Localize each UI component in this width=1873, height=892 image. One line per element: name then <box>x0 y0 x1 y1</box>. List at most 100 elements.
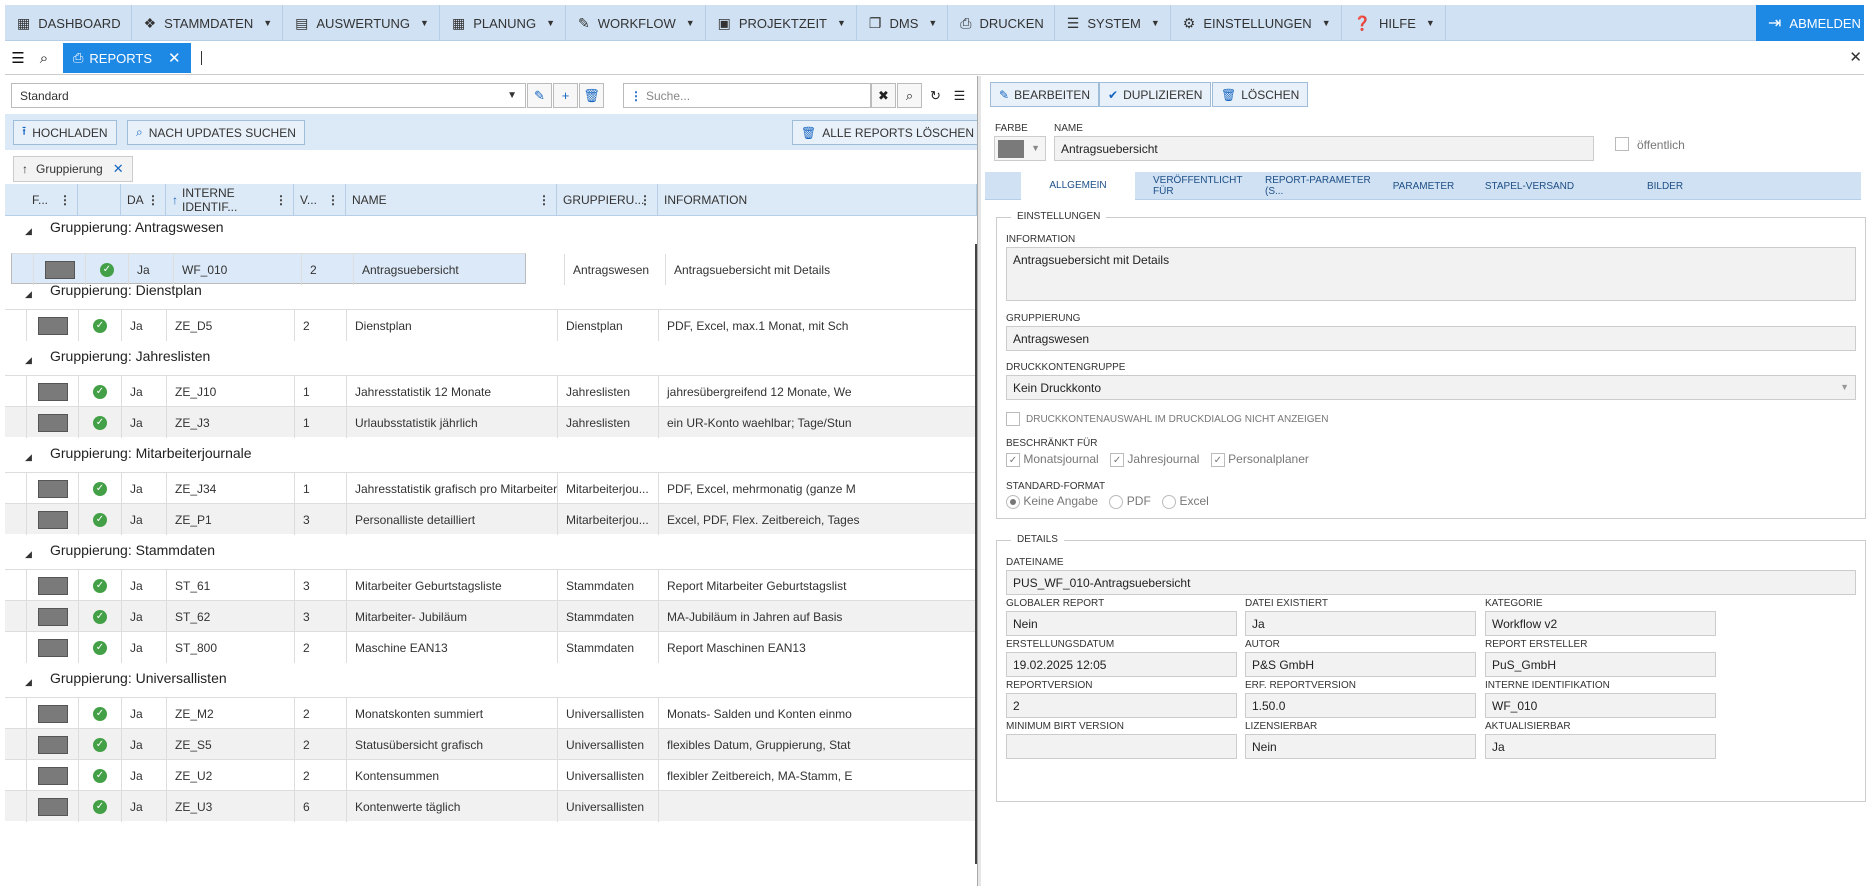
delete-view-button[interactable]: 🗑 <box>579 83 604 108</box>
jahresjournal-checkbox[interactable]: ✓ <box>1110 452 1125 467</box>
table-row[interactable]: ✓ Ja ZE_D5 2 Dienstplan Dienstplan PDF, Excel,… <box>5 309 977 341</box>
duplicate-button[interactable]: ✔ DUPLIZIEREN <box>1099 82 1212 107</box>
collapse-icon[interactable]: ◢ <box>25 452 32 463</box>
detail-field[interactable]: Workflow v2 <box>1485 611 1716 636</box>
group-header[interactable]: ◢ Gruppierung: Universallisten <box>5 667 977 697</box>
grouping-chip[interactable]: ↑ Gruppierung ✕ <box>13 156 133 182</box>
nav-item-stammdaten[interactable]: ❖ STAMMDATEN ▼ <box>132 5 284 41</box>
hide-print-account-checkbox[interactable] <box>1006 412 1020 426</box>
group-header[interactable]: ◢ Gruppierung: Jahreslisten <box>5 345 977 375</box>
edit-button[interactable]: ✎ BEARBEITEN <box>990 82 1100 107</box>
nav-item-dashboard[interactable]: ▦ DASHBOARD <box>5 5 132 41</box>
column-header[interactable]: F... ⋮ <box>26 184 78 216</box>
detail-field[interactable]: Nein <box>1006 611 1237 636</box>
table-row[interactable]: ✓ Ja ST_62 3 Mitarbeiter- Jubiläum Stammdaten… <box>5 600 977 632</box>
collapse-icon[interactable]: ◢ <box>25 355 32 366</box>
tab-reports[interactable]: ⎙ REPORTS ✕ <box>63 43 191 73</box>
table-row[interactable]: ✓ Ja ZE_J34 1 Jahresstatistik grafisch pro M… <box>5 472 977 504</box>
name-field[interactable]: Antragsuebersicht <box>1054 136 1594 161</box>
nav-item-projektzeit[interactable]: ▣ PROJEKTZEIT ▼ <box>706 5 857 41</box>
nav-item-planung[interactable]: ▦ PLANUNG ▼ <box>440 5 566 41</box>
logout-button[interactable]: ⇥ ABMELDEN <box>1756 5 1864 41</box>
nav-item-workflow[interactable]: ✎ WORKFLOW ▼ <box>566 5 706 41</box>
add-view-button[interactable]: + <box>553 83 578 108</box>
close-icon[interactable]: ✕ <box>1849 48 1862 66</box>
collapse-icon[interactable]: ◢ <box>25 289 32 300</box>
group-header[interactable]: ◢ Gruppierung: Mitarbeiterjournale <box>5 442 977 472</box>
group-header[interactable]: ◢ Gruppierung: Stammdaten <box>5 539 977 569</box>
detail-field[interactable]: 1.50.0 <box>1245 693 1476 718</box>
tab-3[interactable]: PARAMETER <box>1388 172 1459 200</box>
delete-all-reports-button[interactable]: 🗑 ALLE REPORTS LÖSCHEN <box>792 120 977 145</box>
column-header[interactable]: GRUPPIERU... ⋮ <box>557 184 658 216</box>
print-account-group-select[interactable]: Kein Druckkonto ▼ <box>1006 375 1856 400</box>
close-tab-icon[interactable]: ✕ <box>168 49 181 67</box>
detail-field[interactable]: Ja <box>1245 611 1476 636</box>
column-header[interactable]: ↑ INTERNE IDENTIF... ⋮ <box>166 184 294 216</box>
nav-item-dms[interactable]: ❐ DMS ▼ <box>857 5 949 41</box>
personalplaner-checkbox[interactable]: ✓ <box>1210 452 1225 467</box>
search-icon[interactable]: ⌕ <box>31 50 57 67</box>
info-field[interactable]: Antragsuebersicht mit Details <box>1006 247 1856 301</box>
collapse-icon[interactable]: ◢ <box>25 677 32 688</box>
detail-field[interactable] <box>1006 734 1237 759</box>
column-menu-icon[interactable]: ⋮ <box>147 193 159 207</box>
detail-field[interactable]: Nein <box>1245 734 1476 759</box>
detail-field[interactable]: 2 <box>1006 693 1237 718</box>
detail-field[interactable]: Ja <box>1485 734 1716 759</box>
column-menu-icon[interactable]: ⋮ <box>59 193 71 207</box>
grouping-field[interactable]: Antragswesen <box>1006 326 1856 351</box>
column-menu-icon[interactable]: ⋮ <box>639 193 651 207</box>
tab-1[interactable]: VERÖFFENTLICHT FÜR <box>1153 172 1265 200</box>
collapse-icon[interactable]: ◢ <box>25 549 32 560</box>
format-excel-radio[interactable] <box>1162 494 1177 509</box>
column-header[interactable]: DA ⋮ <box>121 184 166 216</box>
detail-field[interactable]: 19.02.2025 12:05 <box>1006 652 1237 677</box>
column-header[interactable]: NAME ⋮ <box>346 184 557 216</box>
table-row[interactable]: ✓ Ja ZE_P1 3 Personalliste detailliert Mitarb… <box>5 503 977 535</box>
column-header[interactable]: INFORMATION <box>658 184 977 216</box>
column-menu-icon[interactable]: ⋮ <box>275 193 287 207</box>
format-pdf-radio[interactable] <box>1109 494 1124 509</box>
table-row[interactable]: ✓ Ja ZE_S5 2 Statusübersicht grafisch Univers… <box>5 728 977 760</box>
list-menu-button[interactable]: ☰ <box>947 83 972 108</box>
search-button[interactable]: ⌕ <box>897 83 922 108</box>
remove-grouping-icon[interactable]: ✕ <box>113 161 124 177</box>
clear-search-button[interactable]: ✖ <box>871 83 896 108</box>
refresh-button[interactable]: ↻ <box>923 83 948 108</box>
check-updates-button[interactable]: ⌕ NACH UPDATES SUCHEN <box>127 120 305 145</box>
edit-view-button[interactable]: ✎ <box>527 83 552 108</box>
tab-0[interactable]: ALLGEMEIN <box>1021 172 1135 200</box>
table-row[interactable]: ✓ Ja ZE_J10 1 Jahresstatistik 12 Monate Jahre… <box>5 375 977 407</box>
monatsjournal-checkbox[interactable]: ✓ <box>1006 452 1020 467</box>
column-menu-icon[interactable]: ⋮ <box>538 193 550 207</box>
table-row[interactable]: ✓ Ja ST_800 2 Maschine EAN13 Stammdaten Report… <box>5 631 977 663</box>
column-menu-icon[interactable]: ⋮ <box>327 193 339 207</box>
delete-button[interactable]: 🗑 LÖSCHEN <box>1212 82 1309 107</box>
table-row[interactable]: ✓ Ja ZE_M2 2 Monatskonten summiert Universall… <box>5 697 977 729</box>
tab-2[interactable]: REPORT-PARAMETER (S... <box>1265 172 1388 200</box>
table-row[interactable]: ✓ Ja ZE_U3 6 Kontenwerte täglich Universallis… <box>5 790 977 822</box>
table-row[interactable]: ✓ Ja ZE_J3 1 Urlaubsstatistik jährlich Jahres… <box>5 406 977 438</box>
nav-item-einstellungen[interactable]: ⚙ EINSTELLUNGEN ▼ <box>1171 5 1342 41</box>
view-select[interactable]: Standard ▼ <box>11 83 526 108</box>
color-picker[interactable]: ▼ <box>994 136 1046 161</box>
detail-field[interactable]: WF_010 <box>1485 693 1716 718</box>
tab-4[interactable]: STAPEL-VERSAND <box>1459 172 1600 200</box>
nav-item-system[interactable]: ☰ SYSTEM ▼ <box>1055 5 1171 41</box>
nav-item-hilfe[interactable]: ❓ HILFE ▼ <box>1342 5 1446 41</box>
group-header[interactable]: ◢ Gruppierung: Dienstplan <box>5 279 977 309</box>
upload-button[interactable]: ⭱ HOCHLADEN <box>13 120 117 145</box>
filename-field[interactable]: PUS_WF_010-Antragsuebersicht <box>1006 570 1856 595</box>
detail-field[interactable]: PuS_GmbH <box>1485 652 1716 677</box>
public-checkbox[interactable] <box>1615 137 1629 151</box>
nav-item-drucken[interactable]: ⎙ DRUCKEN <box>948 5 1055 41</box>
search-input[interactable]: ⋮ Suche... <box>623 83 871 108</box>
collapse-icon[interactable]: ◢ <box>25 226 32 237</box>
panel-splitter[interactable] <box>977 76 981 886</box>
nav-item-auswertung[interactable]: ▤ AUSWERTUNG ▼ <box>283 5 440 41</box>
column-header[interactable]: V... ⋮ <box>294 184 346 216</box>
tab-5[interactable]: BILDER <box>1600 172 1730 200</box>
table-row[interactable]: ✓ Ja ZE_U2 2 Kontensummen Universallisten flex… <box>5 759 977 791</box>
format-none-radio[interactable] <box>1006 494 1020 509</box>
